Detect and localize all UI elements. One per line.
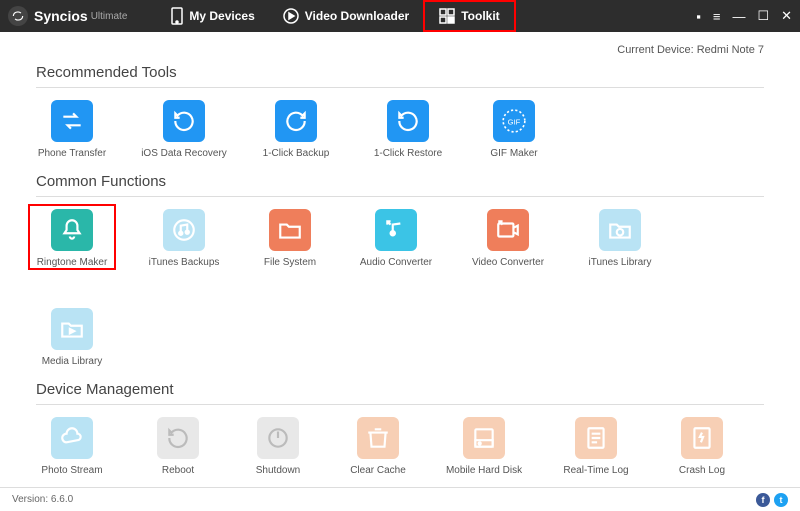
tool-video-converter[interactable]: Video Converter bbox=[472, 209, 544, 268]
section-common: Common Functions bbox=[36, 173, 764, 190]
tool-itunes-library[interactable]: iTunes Library bbox=[584, 209, 656, 268]
tool-realtime-log[interactable]: Real-Time Log bbox=[560, 417, 632, 476]
section-device-mgmt: Device Management bbox=[36, 381, 764, 398]
tool-mobile-hard-disk[interactable]: Mobile Hard Disk bbox=[448, 417, 520, 476]
tool-1click-restore[interactable]: 1-Click Restore bbox=[372, 100, 444, 159]
svg-text:GIF: GIF bbox=[508, 117, 521, 126]
message-icon[interactable]: ▪ bbox=[696, 9, 701, 24]
close-icon[interactable]: ✕ bbox=[781, 8, 792, 24]
tool-file-system[interactable]: File System bbox=[260, 209, 320, 268]
app-logo-icon bbox=[8, 6, 28, 26]
tool-gif-maker[interactable]: GIFGIF Maker bbox=[484, 100, 544, 159]
minimize-icon[interactable]: ― bbox=[732, 9, 745, 24]
version-value: 6.6.0 bbox=[51, 494, 73, 505]
nav-toolkit[interactable]: Toolkit bbox=[423, 0, 515, 32]
nav-video-downloader[interactable]: Video Downloader bbox=[269, 0, 423, 32]
tool-ios-recovery[interactable]: iOS Data Recovery bbox=[148, 100, 220, 159]
tool-phone-transfer[interactable]: Phone Transfer bbox=[36, 100, 108, 159]
maximize-icon[interactable]: ☐ bbox=[757, 8, 769, 24]
version-label: Version: bbox=[12, 494, 48, 505]
window-controls: ▪ ≡ ― ☐ ✕ bbox=[696, 8, 792, 24]
footer: Version: 6.6.0 f t bbox=[0, 487, 800, 511]
tool-itunes-backups[interactable]: iTunes Backups bbox=[148, 209, 220, 268]
tool-clear-cache[interactable]: Clear Cache bbox=[348, 417, 408, 476]
current-device: Current Device: Redmi Note 7 bbox=[36, 44, 764, 56]
nav-my-devices[interactable]: My Devices bbox=[157, 0, 268, 32]
tool-shutdown[interactable]: Shutdown bbox=[248, 417, 308, 476]
content: Current Device: Redmi Note 7 Recommended… bbox=[0, 32, 800, 476]
tool-media-library[interactable]: Media Library bbox=[36, 308, 108, 367]
tool-photo-stream[interactable]: Photo Stream bbox=[36, 417, 108, 476]
titlebar: Syncios Ultimate My Devices Video Downlo… bbox=[0, 0, 800, 32]
top-nav: My Devices Video Downloader Toolkit bbox=[157, 0, 515, 32]
tool-1click-backup[interactable]: 1-Click Backup bbox=[260, 100, 332, 159]
menu-icon[interactable]: ≡ bbox=[713, 9, 721, 24]
tool-crash-log[interactable]: Crash Log bbox=[672, 417, 732, 476]
app-tier: Ultimate bbox=[91, 11, 128, 22]
section-recommended: Recommended Tools bbox=[36, 64, 764, 81]
twitter-icon[interactable]: t bbox=[774, 493, 788, 507]
tool-reboot[interactable]: Reboot bbox=[148, 417, 208, 476]
facebook-icon[interactable]: f bbox=[756, 493, 770, 507]
tool-ringtone-maker[interactable]: Ringtone Maker bbox=[36, 209, 108, 268]
tool-audio-converter[interactable]: Audio Converter bbox=[360, 209, 432, 268]
app-name: Syncios bbox=[34, 8, 88, 24]
